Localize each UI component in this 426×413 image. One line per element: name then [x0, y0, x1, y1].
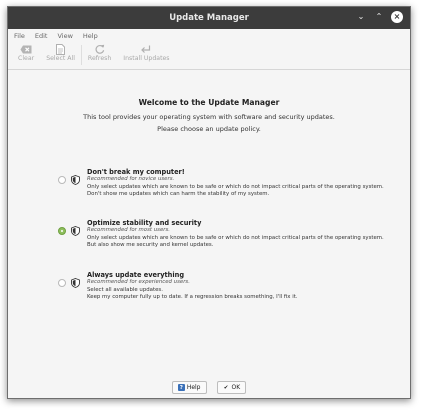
- main-content: Welcome to the Update Manager This tool …: [8, 70, 410, 398]
- maximize-icon[interactable]: ⌃: [373, 11, 385, 23]
- option-recommendation: Recommended for novice users.: [87, 176, 175, 183]
- install-icon: [139, 43, 153, 55]
- window-title: Update Manager: [169, 13, 249, 23]
- help-label: Help: [186, 384, 201, 391]
- option-description: Only select updates which are known to b…: [87, 183, 384, 190]
- clear-label: Clear: [18, 55, 35, 62]
- shield-icon: [71, 175, 80, 185]
- select-all-button[interactable]: Select All: [40, 43, 81, 62]
- update-manager-window: Update Manager ⌄ ⌃ × File Edit View Help…: [7, 6, 411, 399]
- refresh-icon: [93, 43, 107, 55]
- document-icon: [54, 43, 68, 55]
- menu-edit[interactable]: Edit: [35, 32, 48, 40]
- clear-button[interactable]: Clear: [12, 43, 40, 62]
- policy-option-optimize[interactable]: Optimize stability and security Recommen…: [58, 219, 398, 254]
- policy-prompt: Please choose an update policy.: [157, 125, 261, 133]
- policy-radio-everything[interactable]: [58, 279, 66, 287]
- select-all-label: Select All: [46, 55, 75, 62]
- intro-text: This tool provides your operating system…: [83, 113, 335, 121]
- title-bar[interactable]: Update Manager ⌄ ⌃ ×: [8, 7, 410, 29]
- option-title: Don't break my computer!: [87, 168, 185, 176]
- shield-icon: [71, 278, 80, 288]
- ok-label: OK: [231, 384, 241, 391]
- refresh-button[interactable]: Refresh: [82, 43, 117, 62]
- option-title: Optimize stability and security: [87, 219, 202, 227]
- policy-radio-optimize[interactable]: [58, 227, 66, 235]
- policy-option-everything[interactable]: Always update everything Recommended for…: [58, 271, 398, 306]
- checkmark-icon: ✔: [223, 384, 229, 391]
- shield-icon: [71, 226, 80, 236]
- option-description: But also show me security and kernel upd…: [87, 242, 214, 249]
- option-recommendation: Recommended for experienced users.: [87, 279, 190, 286]
- welcome-heading: Welcome to the Update Manager: [138, 98, 280, 107]
- option-description: Don't show me updates which can harm the…: [87, 191, 270, 198]
- help-icon: ?: [177, 384, 185, 391]
- menu-view[interactable]: View: [57, 32, 72, 40]
- policy-radio-safe[interactable]: [58, 176, 66, 184]
- option-description: Keep my computer fully up to date. If a …: [87, 294, 298, 301]
- clear-icon: [19, 43, 33, 55]
- policy-option-safe[interactable]: Don't break my computer! Recommended for…: [58, 168, 398, 203]
- install-updates-button[interactable]: Install Updates: [117, 43, 175, 62]
- menu-file[interactable]: File: [14, 32, 25, 40]
- menu-help[interactable]: Help: [83, 32, 98, 40]
- refresh-label: Refresh: [87, 55, 112, 62]
- option-description: Select all available updates.: [87, 286, 163, 293]
- option-description: Only select updates which are known to b…: [87, 234, 384, 241]
- close-icon[interactable]: ×: [391, 11, 403, 23]
- option-title: Always update everything: [87, 271, 185, 279]
- ok-button[interactable]: ✔ OK: [216, 381, 247, 394]
- option-recommendation: Recommended for most users.: [87, 227, 171, 234]
- help-button[interactable]: ? Help: [171, 381, 207, 394]
- toolbar: Clear Select All Refresh Install Updates: [8, 43, 410, 70]
- menu-bar: File Edit View Help: [8, 29, 410, 43]
- install-label: Install Updates: [123, 55, 170, 62]
- minimize-icon[interactable]: ⌄: [355, 11, 367, 23]
- dialog-buttons: ? Help ✔ OK: [8, 381, 410, 394]
